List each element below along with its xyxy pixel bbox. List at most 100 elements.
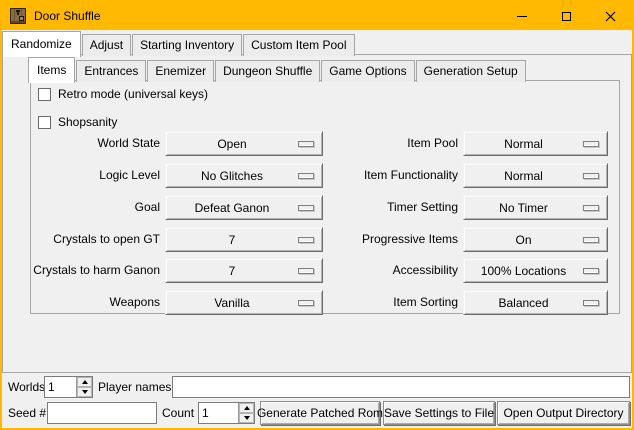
arrow-up-icon [82, 380, 88, 384]
maximize-icon [562, 12, 571, 21]
title-bar[interactable]: Door Shuffle [2, 2, 632, 30]
arrow-down-icon [82, 390, 88, 394]
goal-value: Defeat Ganon [166, 201, 298, 215]
count-spin-up-button[interactable] [239, 403, 254, 413]
window-title: Door Shuffle [34, 9, 101, 23]
crystals-open-gt-value: 7 [166, 233, 298, 247]
item-sorting-value: Balanced [464, 296, 583, 310]
dropdown-indicator-icon [583, 173, 599, 179]
shopsanity-checkbox-row[interactable]: Shopsanity [38, 112, 117, 132]
logic-level-label: Logic Level [22, 163, 160, 188]
seed-input[interactable] [47, 402, 157, 424]
crystals-open-gt-label: Crystals to open GT [22, 227, 160, 252]
accessibility-label: Accessibility [322, 258, 458, 283]
dropdown-indicator-icon [583, 237, 599, 243]
door-shuffle-window: Door Shuffle Randomize Adjust Starting I… [0, 0, 634, 430]
crystals-open-gt-dropdown[interactable]: 7 [165, 227, 323, 252]
dropdown-indicator-icon [298, 300, 314, 306]
save-settings-button[interactable]: Save Settings to File [383, 401, 495, 425]
tab-items[interactable]: Items [28, 57, 75, 83]
timer-setting-label: Timer Setting [322, 195, 458, 220]
retro-mode-checkbox-row[interactable]: Retro mode (universal keys) [38, 84, 208, 104]
count-spin-down-button[interactable] [239, 413, 254, 423]
worlds-spinner-arrows [76, 377, 92, 397]
arrow-up-icon [244, 406, 250, 410]
count-spinner[interactable] [198, 402, 255, 424]
timer-setting-dropdown[interactable]: No Timer [463, 195, 608, 220]
tab-dungeon-shuffle[interactable]: Dungeon Shuffle [215, 60, 320, 82]
tab-generation-setup[interactable]: Generation Setup [416, 60, 526, 82]
maximize-button[interactable] [544, 2, 588, 30]
tab-enemizer[interactable]: Enemizer [147, 60, 214, 82]
tab-custom-item-pool[interactable]: Custom Item Pool [243, 34, 354, 56]
open-output-directory-button[interactable]: Open Output Directory [497, 401, 630, 425]
timer-setting-value: No Timer [464, 201, 583, 215]
main-tab-bar: Randomize Adjust Starting Inventory Cust… [2, 32, 356, 56]
item-pool-dropdown[interactable]: Normal [463, 131, 608, 156]
tab-starting-inventory[interactable]: Starting Inventory [132, 34, 242, 56]
count-spinner-arrows [238, 403, 254, 423]
world-state-dropdown[interactable]: Open [165, 131, 323, 156]
dropdown-indicator-icon [583, 205, 599, 211]
worlds-spin-down-button[interactable] [77, 387, 92, 397]
dropdown-indicator-icon [298, 237, 314, 243]
progressive-items-dropdown[interactable]: On [463, 227, 608, 252]
arrow-down-icon [244, 416, 250, 420]
minimize-button[interactable] [500, 2, 544, 30]
accessibility-value: 100% Locations [464, 264, 583, 278]
player-names-input[interactable] [172, 376, 630, 398]
window-controls [500, 2, 632, 30]
worlds-input[interactable] [45, 377, 76, 397]
item-pool-value: Normal [464, 137, 583, 151]
generate-patched-rom-button[interactable]: Generate Patched Rom [260, 401, 380, 425]
item-sorting-label: Item Sorting [322, 290, 458, 315]
shopsanity-label: Shopsanity [58, 115, 117, 129]
seed-label: Seed # [8, 402, 46, 424]
player-names-label: Player names [98, 376, 171, 398]
item-sorting-dropdown[interactable]: Balanced [463, 290, 608, 315]
logic-level-dropdown[interactable]: No Glitches [165, 163, 323, 188]
close-icon [605, 11, 616, 22]
accessibility-dropdown[interactable]: 100% Locations [463, 258, 608, 283]
item-functionality-value: Normal [464, 169, 583, 183]
minimize-icon [517, 16, 527, 17]
tab-randomize[interactable]: Randomize [2, 31, 81, 57]
shopsanity-checkbox[interactable] [38, 116, 51, 129]
crystals-harm-ganon-label: Crystals to harm Ganon [22, 258, 160, 283]
logic-level-value: No Glitches [166, 169, 298, 183]
dropdown-indicator-icon [298, 141, 314, 147]
goal-label: Goal [22, 195, 160, 220]
dropdown-indicator-icon [583, 300, 599, 306]
tab-adjust[interactable]: Adjust [82, 34, 131, 56]
dropdown-indicator-icon [583, 268, 599, 274]
world-state-label: World State [22, 131, 160, 156]
progressive-items-value: On [464, 233, 583, 247]
progressive-items-label: Progressive Items [322, 227, 458, 252]
count-input[interactable] [199, 403, 238, 423]
retro-mode-label: Retro mode (universal keys) [58, 87, 208, 101]
retro-mode-checkbox[interactable] [38, 88, 51, 101]
world-state-value: Open [166, 137, 298, 151]
tab-game-options[interactable]: Game Options [321, 60, 414, 82]
weapons-dropdown[interactable]: Vanilla [165, 290, 323, 315]
tab-entrances[interactable]: Entrances [76, 60, 146, 82]
dropdown-indicator-icon [298, 268, 314, 274]
goal-dropdown[interactable]: Defeat Ganon [165, 195, 323, 220]
weapons-value: Vanilla [166, 296, 298, 310]
item-functionality-dropdown[interactable]: Normal [463, 163, 608, 188]
dropdown-indicator-icon [298, 205, 314, 211]
crystals-harm-ganon-dropdown[interactable]: 7 [165, 258, 323, 283]
worlds-spinner[interactable] [44, 376, 93, 398]
item-pool-label: Item Pool [322, 131, 458, 156]
door-app-icon [10, 8, 26, 24]
weapons-label: Weapons [22, 290, 160, 315]
dropdown-indicator-icon [583, 141, 599, 147]
dropdown-indicator-icon [298, 173, 314, 179]
item-functionality-label: Item Functionality [322, 163, 458, 188]
worlds-spin-up-button[interactable] [77, 377, 92, 387]
worlds-label: Worlds [8, 376, 45, 398]
count-label: Count [162, 402, 194, 424]
crystals-harm-ganon-value: 7 [166, 264, 298, 278]
sub-tab-bar: Items Entrances Enemizer Dungeon Shuffle… [28, 58, 527, 82]
close-button[interactable] [588, 2, 632, 30]
